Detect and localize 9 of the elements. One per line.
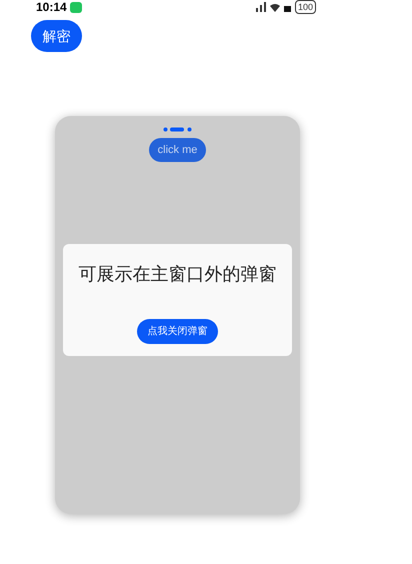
click-me-button[interactable]: click me	[149, 138, 206, 162]
battery-icon: 100	[294, 0, 316, 14]
decrypt-button[interactable]: 解密	[31, 20, 82, 52]
dialog-title: 可展示在主窗口外的弹窗	[78, 264, 276, 286]
wifi-icon	[270, 2, 280, 12]
close-dialog-button[interactable]: 点我关闭弹窗	[137, 319, 218, 344]
status-time: 10:14	[36, 0, 67, 14]
drag-handle-icon[interactable]	[163, 127, 192, 132]
signal-icon	[256, 2, 266, 12]
